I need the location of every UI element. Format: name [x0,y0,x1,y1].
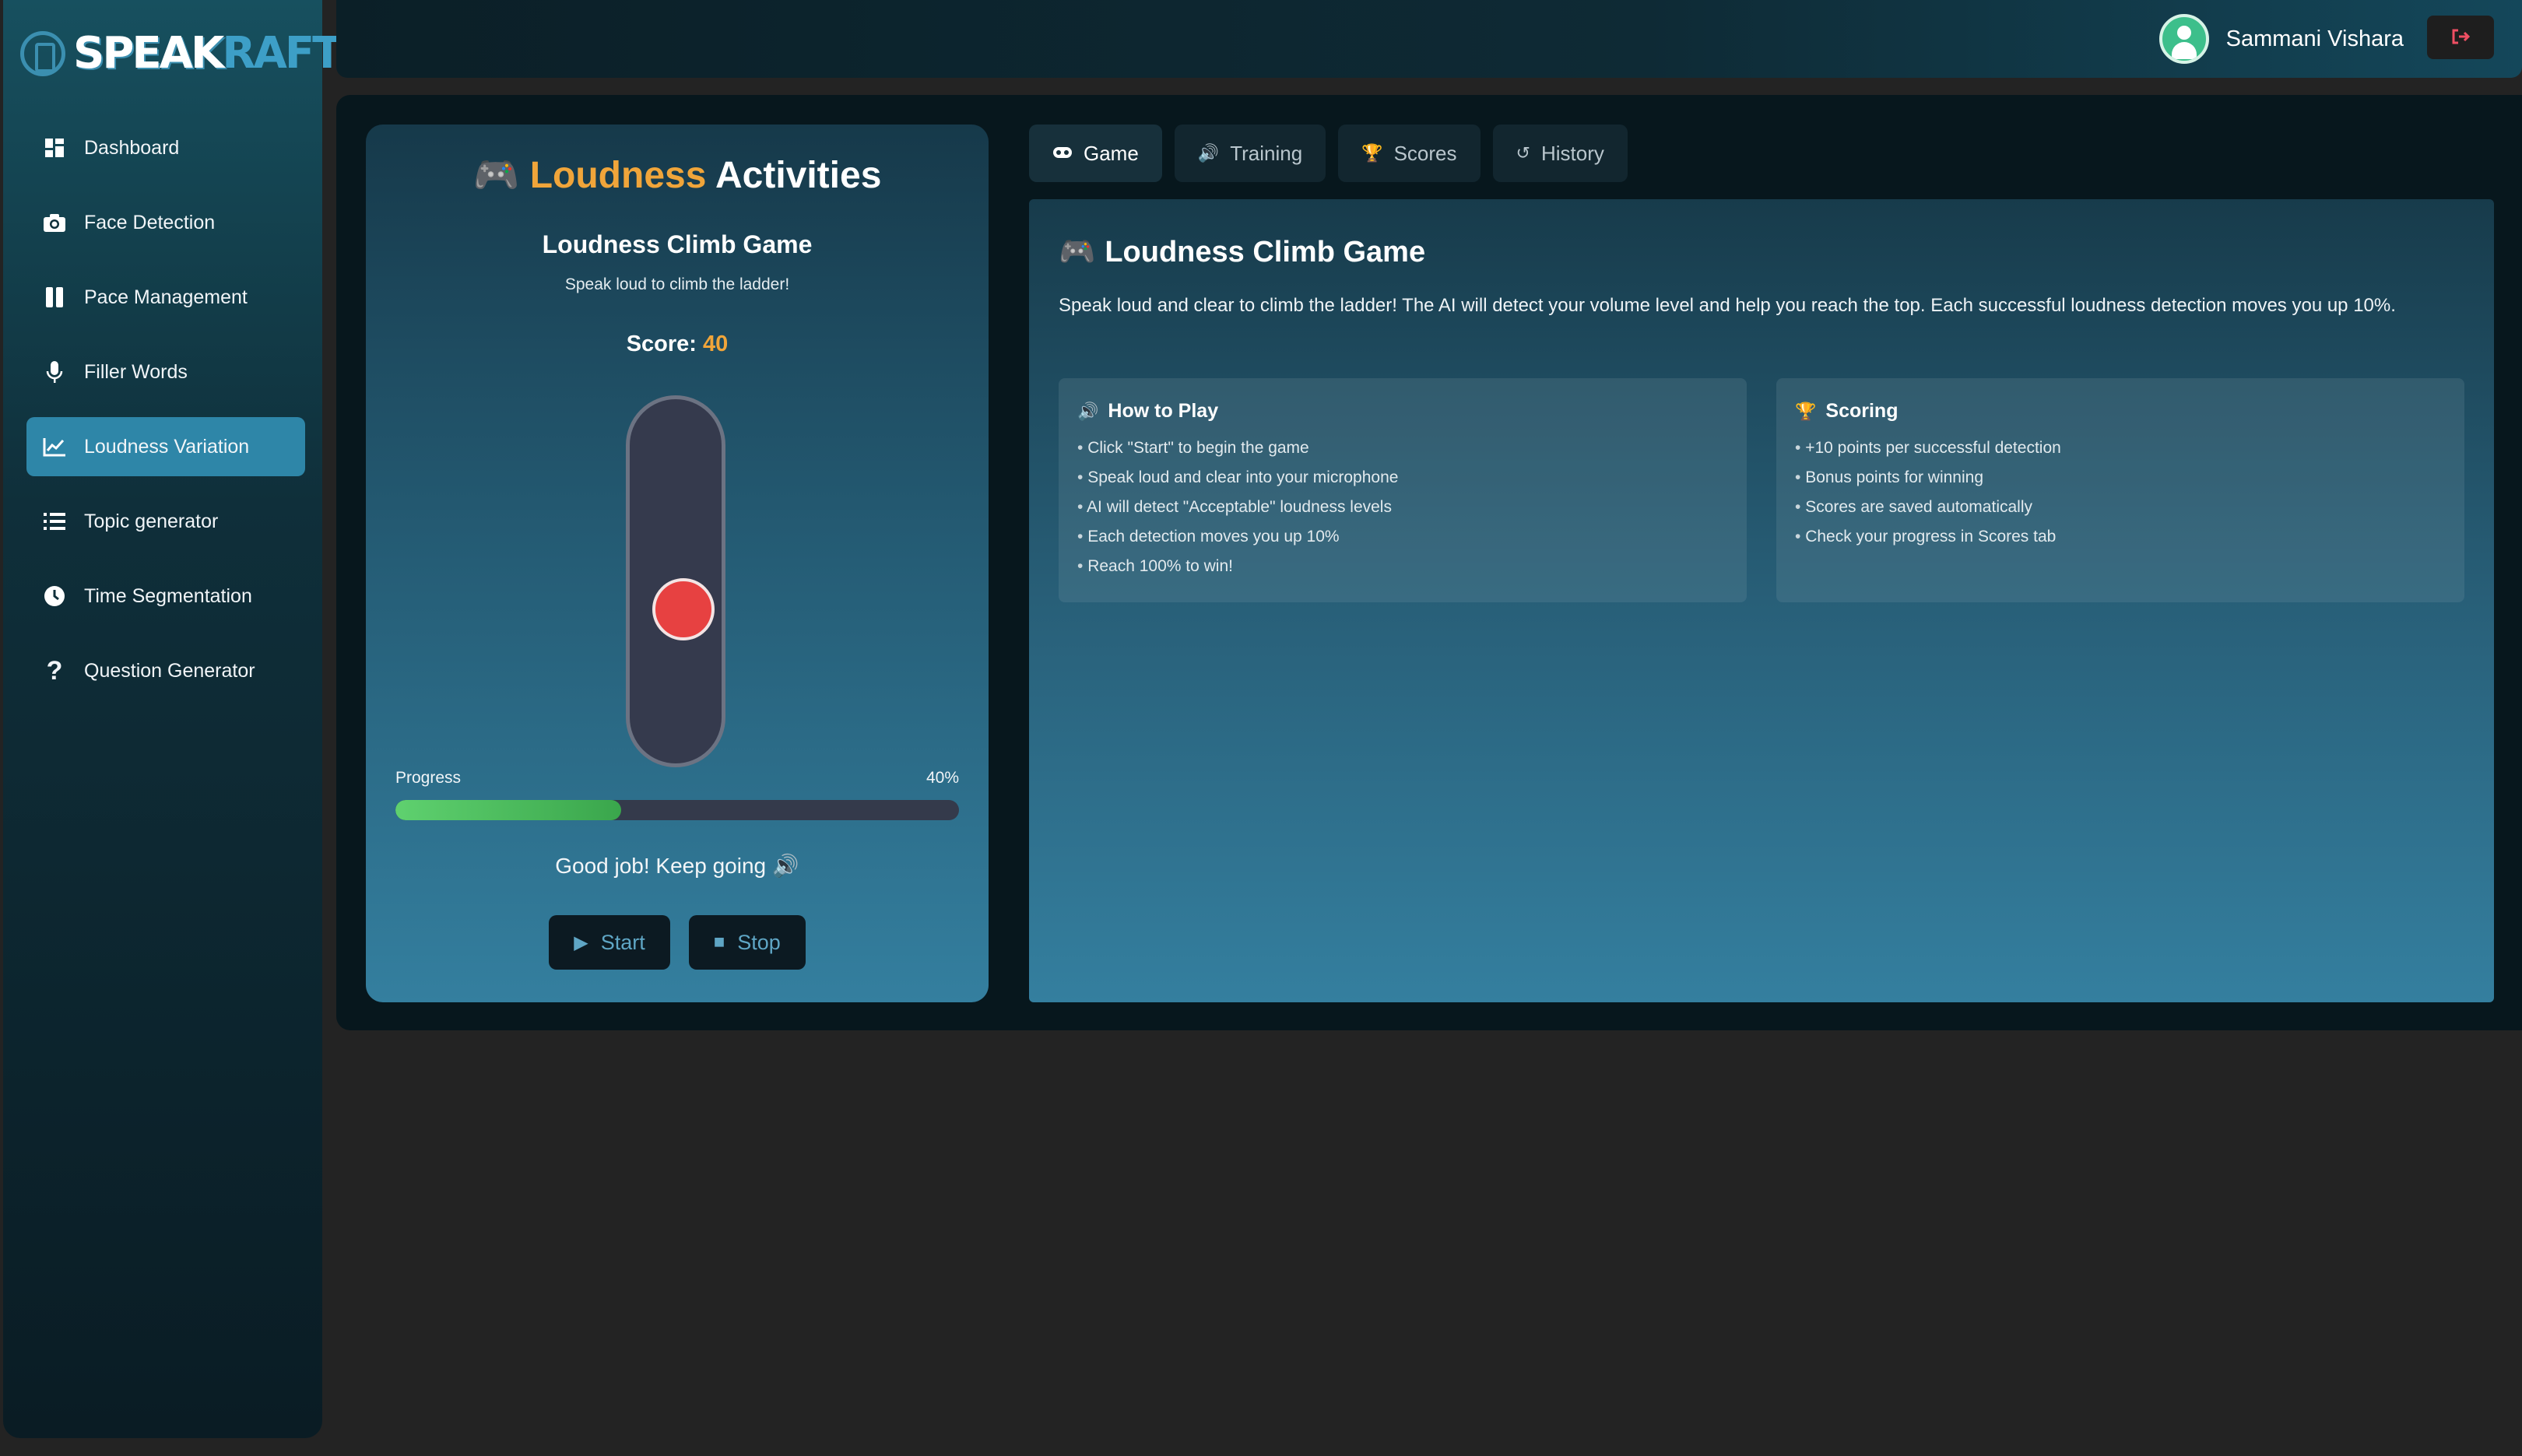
sidebar-item-filler-words[interactable]: Filler Words [26,342,305,402]
game-info-panel: 🎮 Loudness Climb Game Speak loud and cle… [1029,199,2494,1002]
list-item: Reach 100% to win! [1077,552,1728,581]
list-item: Click "Start" to begin the game [1077,433,1728,463]
tab-game[interactable]: Game [1029,125,1162,182]
sidebar-item-face-detection[interactable]: Face Detection [26,193,305,252]
game-controls: ▶ Start ■ Stop [366,915,989,970]
sidebar-item-time-segmentation[interactable]: Time Segmentation [26,567,305,626]
gamepad-icon: 🎮 [472,155,520,196]
list-item: Bonus points for winning [1795,463,2446,493]
app-logo[interactable]: SPEAKRAFT [20,28,342,79]
game-subtitle: Speak loud to climb the ladder! [564,275,790,293]
question-icon: ? [46,656,63,686]
logo-icon [20,31,65,76]
avatar[interactable] [2158,14,2209,64]
progress-bar [395,800,959,820]
dashboard-icon [42,135,67,160]
list-item: Scores are saved automatically [1795,493,2446,522]
tab-history[interactable]: ↺ History [1492,125,1628,182]
top-bar: Sammani Vishara [336,0,2522,78]
list-icon [42,509,67,534]
sidebar-item-label: Time Segmentation [84,584,252,607]
logout-icon [2451,26,2471,50]
activity-tabs: Game 🔊 Training 🏆 Scores ↺ History [1029,125,1628,182]
sidebar-item-question-generator[interactable]: ? Question Generator [26,641,305,700]
logo-wordmark: SPEAKRAFT [73,28,342,79]
progress-label: Progress [395,769,462,787]
list-item: +10 points per successful detection [1795,433,2446,463]
sidebar-item-pace-management[interactable]: Pace Management [26,268,305,327]
tab-training[interactable]: 🔊 Training [1174,125,1326,182]
panel-title: 🎮 Loudness Climb Game [1059,235,1426,269]
play-icon: ▶ [574,931,588,953]
scoring-heading: 🏆 Scoring [1795,400,1899,422]
climber-ball [652,578,715,641]
sidebar: SPEAKRAFT Dashboard Face Detection Pace … [3,0,342,1438]
feedback-message: Good job! Keep going 🔊 [555,854,799,878]
chart-line-icon [42,434,67,459]
speaker-icon: 🔊 [1077,401,1099,421]
score-value: 40 [703,332,729,356]
score-display: Score: 40 [626,332,729,356]
microphone-icon [42,360,67,384]
sidebar-item-label: Question Generator [84,659,255,682]
list-item: AI will detect "Acceptable" loudness lev… [1077,493,1728,522]
logout-button[interactable] [2427,16,2494,59]
loudness-activity-card: 🎮 Loudness Activities Loudness Climb Gam… [366,125,989,1002]
sidebar-item-dashboard[interactable]: Dashboard [26,118,305,177]
main-panel: 🎮 Loudness Activities Loudness Climb Gam… [336,95,2522,1030]
pause-icon [42,285,67,310]
tab-scores[interactable]: 🏆 Scores [1338,125,1481,182]
username: Sammani Vishara [2225,26,2404,51]
sidebar-item-label: Topic generator [84,510,219,532]
list-item: Speak loud and clear into your microphon… [1077,463,1728,493]
sidebar-item-loudness-variation[interactable]: Loudness Variation [26,417,305,476]
gamepad-icon: 🎮 [1059,236,1096,268]
list-item: Check your progress in Scores tab [1795,522,2446,552]
trophy-icon: 🏆 [1361,143,1383,163]
sidebar-item-label: Face Detection [84,211,216,233]
progress-percent: 40% [926,769,959,787]
how-to-play-list: Click "Start" to begin the game Speak lo… [1077,433,1728,581]
user-profile[interactable]: Sammani Vishara [2158,14,2404,64]
start-button[interactable]: ▶ Start [549,915,670,970]
sidebar-item-label: Filler Words [84,360,188,383]
speaker-icon: 🔊 [1197,143,1220,163]
stop-icon: ■ [713,931,725,953]
gamepad-icon [1052,143,1073,163]
scoring-box: 🏆 Scoring +10 points per successful dete… [1776,378,2464,602]
scoring-list: +10 points per successful detection Bonu… [1795,433,2446,552]
camera-icon [42,210,67,235]
stop-button[interactable]: ■ Stop [688,915,806,970]
sidebar-nav: Dashboard Face Detection Pace Management… [26,118,305,716]
page-title: 🎮 Loudness Activities [472,155,882,196]
sidebar-item-label: Loudness Variation [84,435,250,458]
history-icon: ↺ [1516,143,1530,163]
sidebar-item-topic-generator[interactable]: Topic generator [26,492,305,551]
how-to-play-heading: 🔊 How to Play [1077,400,1219,422]
list-item: Each detection moves you up 10% [1077,522,1728,552]
sidebar-item-label: Dashboard [84,136,180,159]
ladder-track [626,395,725,767]
game-title: Loudness Climb Game [542,230,813,258]
game-description: Speak loud and clear to climb the ladder… [1059,295,2396,316]
progress-fill [395,800,621,820]
clock-icon [42,584,67,609]
sidebar-item-label: Pace Management [84,286,248,308]
trophy-icon: 🏆 [1795,401,1817,421]
how-to-play-box: 🔊 How to Play Click "Start" to begin the… [1059,378,1747,602]
